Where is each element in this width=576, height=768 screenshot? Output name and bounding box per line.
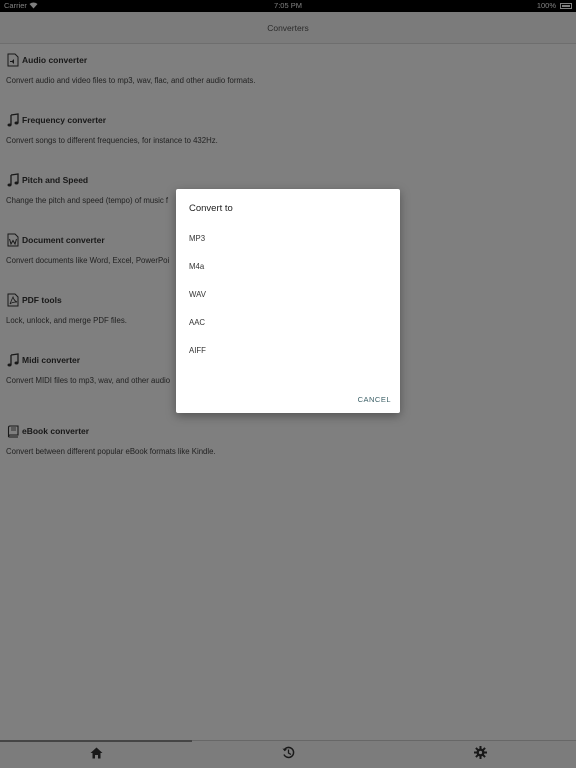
convert-to-dialog: Convert to MP3 M4a WAV AAC AIFF CANCEL	[176, 189, 400, 413]
dialog-title: Convert to	[189, 203, 233, 214]
option-aac[interactable]: AAC	[189, 318, 205, 327]
option-m4a[interactable]: M4a	[189, 262, 204, 271]
option-mp3[interactable]: MP3	[189, 234, 205, 243]
cancel-button[interactable]: CANCEL	[358, 395, 391, 404]
option-aiff[interactable]: AIFF	[189, 346, 206, 355]
option-wav[interactable]: WAV	[189, 290, 206, 299]
